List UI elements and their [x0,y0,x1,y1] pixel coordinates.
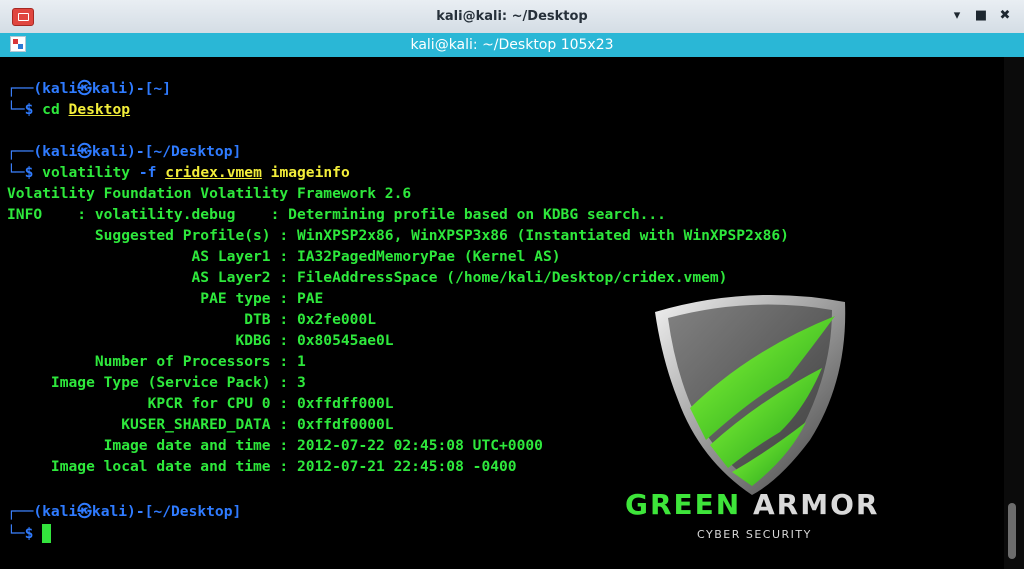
command-argument: Desktop [68,101,131,118]
command-name: volatility [42,164,131,181]
output-line: DTB : 0x2fe000L [7,311,377,328]
output-line: Image Type (Service Pack) : 3 [7,374,306,391]
output-line: Suggested Profile(s) : WinXPSP2x86, WinX… [7,227,789,244]
output-line: KDBG : 0x80545ae0L [7,332,394,349]
prompt-directory: [~/Desktop] [144,503,242,520]
output-line: Number of Processors : 1 [7,353,306,370]
prompt-host: kali) [91,143,136,160]
brand-tagline: CYBER SECURITY [697,528,812,541]
prompt-user: (kali [33,503,78,520]
command-line[interactable]: └─$ [7,523,52,544]
output-line: AS Layer2 : FileAddressSpace (/home/kali… [7,269,728,286]
prompt-line: ┌──(kali㉿kali)-[~] [7,80,171,97]
brand-name-armor: ARMOR [752,488,880,521]
output-line: Image date and time : 2012-07-22 02:45:0… [7,437,543,454]
window-title: kali@kali: ~/Desktop [436,9,588,24]
prompt-at-symbol: ㉿ [77,503,92,520]
command-line: └─$ cd Desktop [7,101,131,118]
output-line: PAE type : PAE [7,290,324,307]
output-line: Volatility Foundation Volatility Framewo… [7,185,412,202]
terminal-window: kali@kali: ~/Desktop ▾ ■ ✖ kali@kali: ~/… [0,0,1024,569]
prompt-user: (kali [33,80,78,97]
close-icon[interactable]: ✖ [997,8,1013,24]
output-line: KUSER_SHARED_DATA : 0xffdf0000L [7,416,394,433]
window-titlebar[interactable]: kali@kali: ~/Desktop ▾ ■ ✖ [0,0,1024,34]
prompt-host: kali) [91,80,136,97]
command-name: cd [42,101,60,118]
command-line: └─$ volatility -f cridex.vmem imageinfo [7,164,350,181]
prompt-host: kali) [91,503,136,520]
text-cursor [42,523,52,543]
output-line: KPCR for CPU 0 : 0xffdff000L [7,395,394,412]
scrollbar-thumb[interactable] [1008,503,1016,559]
brand-name-green: GREEN [625,488,742,521]
prompt-directory: [~/Desktop] [144,143,242,160]
tab-title[interactable]: kali@kali: ~/Desktop 105x23 [0,33,1024,57]
scrollbar-track[interactable] [1004,57,1024,569]
prompt-at-symbol: ㉿ [77,80,92,97]
command-argument: imageinfo [270,164,350,181]
output-line: AS Layer1 : IA32PagedMemoryPae (Kernel A… [7,248,561,265]
prompt-line: ┌──(kali㉿kali)-[~/Desktop] [7,503,242,520]
brand-name: GREEN ARMOR [625,488,879,521]
prompt-line: ┌──(kali㉿kali)-[~/Desktop] [7,143,242,160]
prompt-directory: [~] [144,80,171,97]
command-flag: -f [138,164,157,181]
output-line: INFO : volatility.debug : Determining pr… [7,206,666,223]
prompt-at-symbol: ㉿ [77,143,92,160]
output-line: Image local date and time : 2012-07-21 2… [7,458,517,475]
command-file-argument: cridex.vmem [165,164,262,181]
minimize-icon[interactable]: ▾ [949,8,965,24]
maximize-icon[interactable]: ■ [973,8,989,24]
tab-bar: kali@kali: ~/Desktop 105x23 [0,33,1024,57]
prompt-user: (kali [33,143,78,160]
